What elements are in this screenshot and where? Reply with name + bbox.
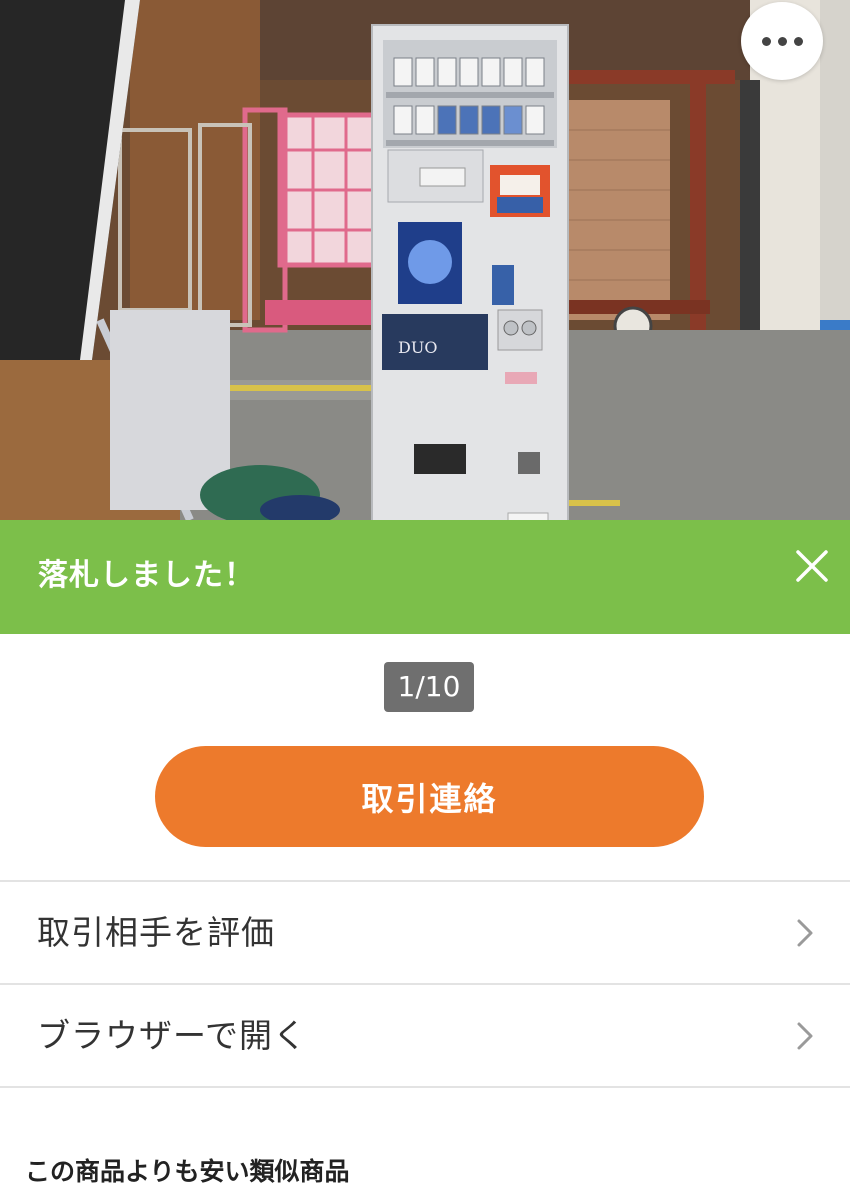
page: DUO 落札しました！ 1/10 取引連絡 取引相手を評価 ブラウザーで開く こ… <box>0 0 850 1200</box>
won-message: 落札しました！ <box>38 558 255 593</box>
chevron-right-icon <box>797 919 813 947</box>
list-item-open-in-browser[interactable]: ブラウザーで開く <box>0 985 850 1086</box>
image-counter: 1/10 <box>384 662 474 712</box>
more-horizontal-icon-dot <box>793 36 803 46</box>
list-item-label: ブラウザーで開く <box>37 1016 308 1055</box>
product-photo-illustration: DUO <box>0 0 850 520</box>
ad-panel-text: DUO <box>398 338 437 357</box>
more-horizontal-icon <box>761 36 771 46</box>
product-photo[interactable]: DUO <box>0 0 850 520</box>
more-horizontal-icon-dot <box>777 36 787 46</box>
won-notification-banner: 落札しました！ <box>0 520 850 634</box>
close-icon <box>796 550 828 582</box>
similar-items-heading: この商品よりも安い類似商品 <box>25 1157 350 1186</box>
divider <box>0 1086 850 1088</box>
banner-close-button[interactable] <box>786 540 838 592</box>
list-item-label: 取引相手を評価 <box>37 913 275 952</box>
chevron-right-icon <box>797 1022 813 1050</box>
transaction-contact-button[interactable]: 取引連絡 <box>155 746 704 847</box>
list-item-rate-partner[interactable]: 取引相手を評価 <box>0 882 850 983</box>
more-options-button[interactable] <box>741 2 823 80</box>
